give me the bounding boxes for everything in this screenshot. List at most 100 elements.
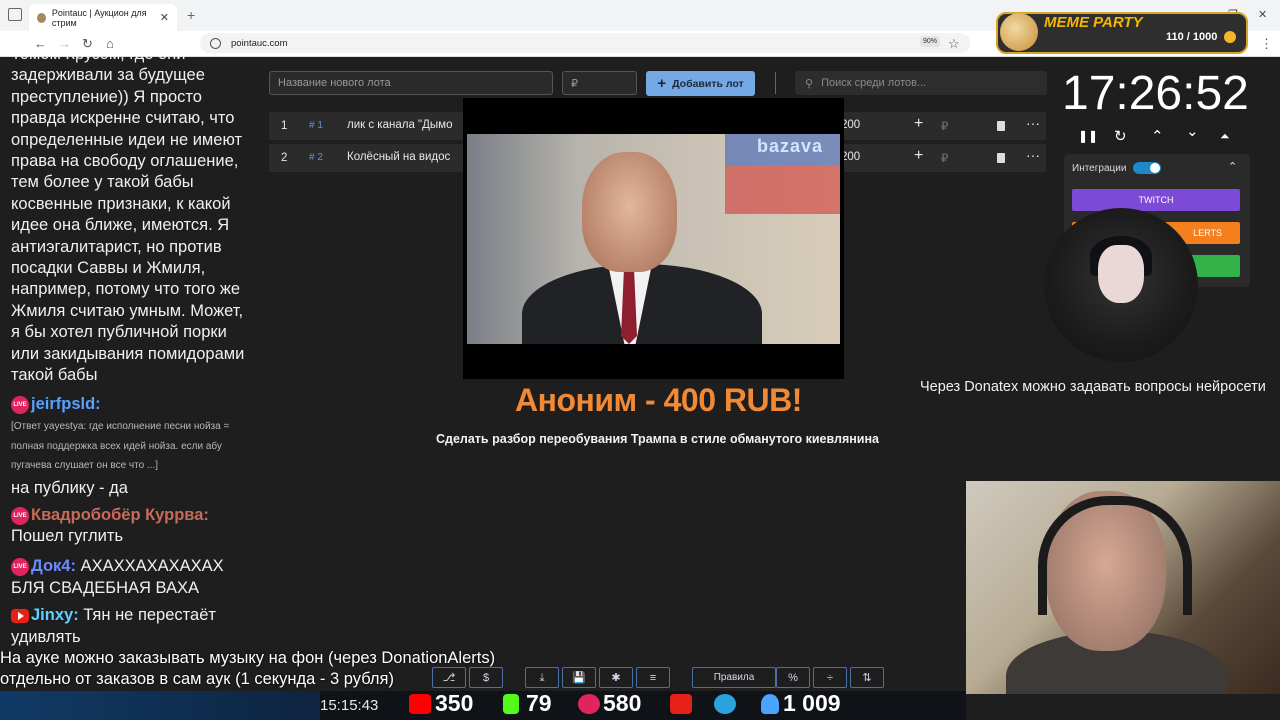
download-button[interactable]: ⤓ [525,667,559,688]
reload-icon[interactable]: ↻ [82,36,93,52]
tab-list-icon[interactable] [8,8,22,21]
total-viewers: 1 009 [783,690,841,716]
chat-message-text: Томом Крузом, где они задерживали за буд… [11,56,245,385]
person-face [582,152,677,272]
chat-username: Квадробобёр Куррва: [31,506,209,524]
bookmark-star-icon[interactable]: ☆ [948,36,960,52]
percent-button[interactable]: % [776,667,810,688]
donation-message: Сделать разбор переобувания Трампа в сти… [436,432,879,446]
youtube-icon [409,694,431,714]
url-field[interactable]: pointauc.com [200,33,970,53]
collapse-icon[interactable]: ⌃ [1228,160,1237,173]
chat-overlay: Томом Крузом, где они задерживали за буд… [0,56,262,696]
url-text: pointauc.com [231,37,288,49]
live-icon: LIVE [11,395,29,414]
github-button[interactable]: ⎇ [432,667,466,688]
video-watermark: bazava [757,136,824,156]
chat-message: LIVE jeirfpsld: [11,395,101,414]
add-amount-button[interactable]: + [914,147,923,165]
chat-message: LIVE Док4: АХАХХАХАХАХАХ БЛЯ СВАДЕБНАЯ ВА… [11,555,251,599]
bug-button[interactable]: ✱ [599,667,633,688]
add-amount-button[interactable]: + [914,115,923,133]
rub-icon: ₽ [941,153,949,165]
meme-party-title: MEME PARTY [1044,14,1143,31]
meme-party-count: 110 / 1000 [1166,31,1218,43]
lot-id: # 1 [309,120,323,131]
chat-username: jeirfpsld: [31,395,101,413]
lot-index: 1 [281,120,288,132]
zoom-badge[interactable]: 90% [920,36,941,47]
chevron-up-icon[interactable]: ⌃ [1151,127,1164,145]
back-icon[interactable]: ← [34,36,47,51]
dollar-button[interactable]: $ [469,667,503,688]
lot-index: 2 [281,152,288,164]
scroll-top-icon[interactable]: ⏶ [1220,129,1230,144]
sort-button[interactable]: ⇅ [850,667,884,688]
search-icon: ⚲ [805,77,814,90]
chevron-down-icon[interactable]: ⌄ [1186,122,1199,140]
kick-viewers: 79 [526,690,552,716]
menu-icon[interactable]: ⋮ [1260,36,1273,52]
split-button[interactable]: ÷ [813,667,847,688]
youtube-icon [670,694,692,714]
doge-icon [1000,13,1038,51]
coin-icon [1224,31,1236,43]
auction-timer: 17:26:52 [1062,67,1249,120]
clear-button[interactable]: ≡ [636,667,670,688]
twitch-button[interactable]: TWITCH [1072,189,1240,211]
live-icon [578,694,600,714]
home-icon[interactable]: ⌂ [106,36,114,51]
tab-title: Pointauc | Аукцион для стрим [51,7,147,28]
add-lot-label: Добавить лот [672,77,744,90]
chat-message-text: на публику - да [11,479,128,497]
lot-name[interactable]: Колёсный на видос [347,151,450,163]
search-placeholder: Поиск среди лотов... [821,77,927,89]
telegram-icon [714,694,736,714]
new-tab-button[interactable]: + [187,7,195,23]
lot-amount-input[interactable]: ₽ [562,71,637,95]
divider [775,72,776,94]
live-viewers: 580 [603,690,642,716]
rub-icon: ₽ [941,121,949,133]
add-lot-button[interactable]: + Добавить лот [646,71,755,96]
reset-icon[interactable]: ↻ [1114,127,1127,145]
youtube-viewers: 350 [435,690,474,716]
donation-headline: Аноним - 400 RUB! [515,382,802,418]
rules-button[interactable]: Правила [692,667,776,688]
forward-icon[interactable]: → [58,36,71,51]
chat-username: Док4: [31,557,76,575]
chat-reply-quote: [Ответ yayestya: где исполнение песни но… [11,421,230,471]
new-lot-input[interactable]: Название нового лота [269,71,553,95]
lot-id: # 2 [309,152,323,163]
chat-message: LIVE Квадробобёр Куррва: [11,506,209,525]
more-icon[interactable]: ··· [1026,115,1040,131]
tab-close-icon[interactable]: ✕ [160,11,169,24]
more-icon[interactable]: ··· [1026,147,1040,163]
browser-tab[interactable]: Pointauc | Аукцион для стрим ✕ [29,4,177,31]
lot-name[interactable]: лик с канала "Дымо [347,119,452,131]
subtitle-line-2: отдельно от заказов в сам аук (1 секунда… [0,670,394,688]
live-icon: LIVE [11,506,29,525]
headset [1038,496,1192,615]
integrations-label: Интеграции [1072,163,1127,174]
viewers-icon [761,694,779,714]
stream-clock: 15:15:43 [320,697,379,714]
integrations-toggle[interactable] [1133,162,1161,174]
close-window-icon[interactable]: ✕ [1258,8,1267,21]
plus-icon: + [657,75,667,92]
lot-search-input[interactable]: ⚲ Поиск среди лотов... [795,71,1047,95]
webcam-feed [966,481,1280,694]
stats-stripe [0,691,320,720]
video-frame: bazava [467,134,840,344]
favicon-icon [37,12,46,23]
site-info-icon[interactable] [210,37,221,49]
save-button[interactable]: 💾 [562,667,596,688]
delete-icon[interactable] [997,153,1005,163]
chat-message-text: Пошел гуглить [11,527,124,545]
delete-icon[interactable] [997,121,1005,131]
live-icon: LIVE [11,557,29,576]
youtube-icon [11,608,29,623]
pause-icon[interactable]: ❚❚ [1078,129,1098,143]
donatex-ticker: Через Donatex можно задавать вопросы ней… [920,379,1266,395]
kick-icon [503,694,519,714]
